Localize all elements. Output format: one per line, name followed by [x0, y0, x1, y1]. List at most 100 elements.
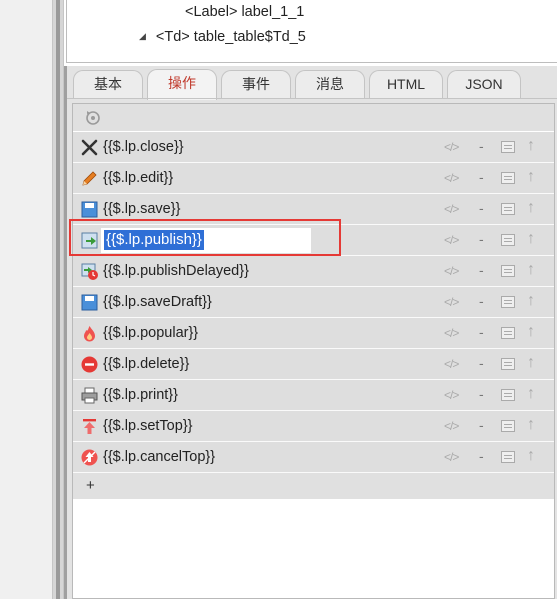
document-icon[interactable] — [501, 234, 515, 246]
dash-text: - — [479, 417, 484, 433]
delete-icon — [81, 356, 98, 373]
document-icon[interactable] — [501, 141, 515, 153]
tab-messages[interactable]: 消息 — [295, 70, 365, 99]
publish-delayed-icon — [81, 263, 98, 280]
move-up-icon[interactable]: ↑ — [527, 230, 535, 248]
action-row-popular[interactable]: {{$.lp.popular}} </> - ↑ — [73, 318, 554, 349]
action-row-print[interactable]: {{$.lp.print}} </> - ↑ — [73, 380, 554, 411]
move-up-icon[interactable]: ↑ — [527, 323, 535, 341]
document-icon[interactable] — [501, 265, 515, 277]
document-icon[interactable] — [501, 327, 515, 339]
code-icon[interactable]: </> — [444, 202, 459, 216]
tree-node-td-label: <Td> table_table$Td_5 — [155, 29, 306, 45]
tab-json[interactable]: JSON — [447, 70, 521, 99]
action-label: {{$.lp.close}} — [103, 139, 184, 155]
tree-node-td[interactable]: ◢ <Td> table_table$Td_5 — [139, 29, 306, 45]
dash-text: - — [479, 355, 484, 371]
dash-text: - — [479, 293, 484, 309]
publish-icon — [81, 232, 98, 249]
refresh-icon[interactable] — [85, 110, 101, 126]
label-edit-input[interactable]: {{$.lp.publish}} — [101, 228, 311, 253]
add-action-row[interactable]: + — [73, 473, 554, 499]
fire-icon — [84, 326, 95, 342]
left-panel — [0, 0, 52, 599]
properties-panel: 基本 操作 事件 消息 HTML JSON {{$.lp.close}} </>… — [64, 66, 557, 599]
tab-actions[interactable]: 操作 — [147, 69, 217, 100]
set-top-icon — [83, 419, 96, 434]
code-icon[interactable]: </> — [444, 357, 459, 371]
tab-html[interactable]: HTML — [369, 70, 443, 99]
code-icon[interactable]: </> — [444, 450, 459, 464]
move-up-icon[interactable]: ↑ — [527, 199, 535, 217]
code-icon[interactable]: </> — [444, 419, 459, 433]
code-icon[interactable]: </> — [444, 388, 459, 402]
action-row-cancel-top[interactable]: {{$.lp.cancelTop}} </> - ↑ — [73, 442, 554, 473]
add-icon[interactable]: + — [86, 477, 95, 494]
save-draft-icon — [81, 294, 98, 311]
dash-text: - — [479, 262, 484, 278]
dash-text: - — [479, 386, 484, 402]
action-label: {{$.lp.publishDelayed}} — [103, 263, 249, 279]
dash-text: - — [479, 231, 484, 247]
document-icon[interactable] — [501, 420, 515, 432]
save-icon — [81, 201, 98, 218]
move-up-icon[interactable]: ↑ — [527, 168, 535, 186]
tab-basic[interactable]: 基本 — [73, 70, 143, 99]
document-icon[interactable] — [501, 296, 515, 308]
move-up-icon[interactable]: ↑ — [527, 137, 535, 155]
pencil-icon — [82, 171, 97, 186]
action-row-save[interactable]: {{$.lp.save}} </> - ↑ — [73, 194, 554, 225]
move-up-icon[interactable]: ↑ — [527, 292, 535, 310]
action-label: {{$.lp.save}} — [103, 201, 181, 217]
tab-events[interactable]: 事件 — [221, 70, 291, 99]
code-icon[interactable]: </> — [444, 140, 459, 154]
component-tree: <Label> label_1_1 ◢ <Td> table_table$Td_5 — [66, 0, 557, 63]
action-row-delete[interactable]: {{$.lp.delete}} </> - ↑ — [73, 349, 554, 380]
dash-text: - — [479, 169, 484, 185]
document-icon[interactable] — [501, 172, 515, 184]
action-label: {{$.lp.delete}} — [103, 356, 190, 372]
action-row-set-top[interactable]: {{$.lp.setTop}} </> - ↑ — [73, 411, 554, 442]
document-icon[interactable] — [501, 358, 515, 370]
document-icon[interactable] — [501, 203, 515, 215]
move-up-icon[interactable]: ↑ — [527, 261, 535, 279]
code-icon[interactable]: </> — [444, 233, 459, 247]
action-label: {{$.lp.edit}} — [103, 170, 174, 186]
move-up-icon[interactable]: ↑ — [527, 385, 535, 403]
action-label: {{$.lp.print}} — [103, 387, 178, 403]
selected-text: {{$.lp.publish}} — [104, 230, 204, 250]
action-row-edit[interactable]: {{$.lp.edit}} </> - ↑ — [73, 163, 554, 194]
move-up-icon[interactable]: ↑ — [527, 447, 535, 465]
print-icon — [81, 387, 98, 404]
splitter[interactable] — [52, 0, 64, 599]
list-toolbar — [73, 104, 554, 132]
action-label: {{$.lp.setTop}} — [103, 418, 193, 434]
action-row-publish[interactable]: {{$.lp.publish}} </> - ↑ — [73, 225, 554, 256]
expand-triangle-icon[interactable]: ◢ — [139, 31, 146, 42]
dash-text: - — [479, 200, 484, 216]
close-icon — [81, 139, 98, 156]
tab-underline — [67, 98, 557, 99]
tree-node-label[interactable]: <Label> label_1_1 — [185, 4, 304, 20]
dash-text: - — [479, 324, 484, 340]
code-icon[interactable]: </> — [444, 264, 459, 278]
dash-text: - — [479, 138, 484, 154]
move-up-icon[interactable]: ↑ — [527, 416, 535, 434]
cancel-top-icon — [81, 449, 98, 466]
document-icon[interactable] — [501, 389, 515, 401]
document-icon[interactable] — [501, 451, 515, 463]
dash-text: - — [479, 448, 484, 464]
tab-bar: 基本 操作 事件 消息 HTML JSON — [67, 66, 557, 100]
splitter-rail — [56, 0, 60, 599]
code-icon[interactable]: </> — [444, 295, 459, 309]
move-up-icon[interactable]: ↑ — [527, 354, 535, 372]
code-icon[interactable]: </> — [444, 326, 459, 340]
action-list: {{$.lp.close}} </> - ↑ {{$.lp.edit}} </>… — [72, 103, 555, 599]
code-icon[interactable]: </> — [444, 171, 459, 185]
action-label: {{$.lp.cancelTop}} — [103, 449, 216, 465]
action-row-close[interactable]: {{$.lp.close}} </> - ↑ — [73, 132, 554, 163]
action-label: {{$.lp.saveDraft}} — [103, 294, 212, 310]
action-label: {{$.lp.popular}} — [103, 325, 199, 341]
action-row-publish-delayed[interactable]: {{$.lp.publishDelayed}} </> - ↑ — [73, 256, 554, 287]
action-row-save-draft[interactable]: {{$.lp.saveDraft}} </> - ↑ — [73, 287, 554, 318]
